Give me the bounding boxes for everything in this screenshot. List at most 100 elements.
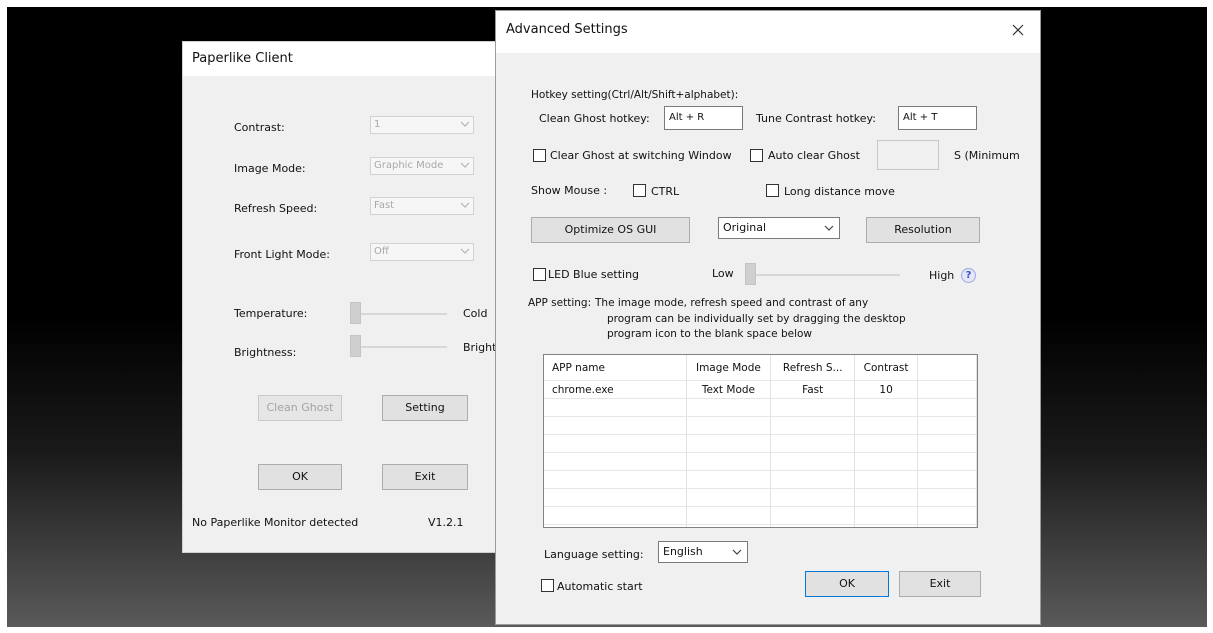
brightness-slider-track[interactable]: [353, 346, 447, 348]
advanced-title: Advanced Settings: [506, 22, 628, 37]
chevron-down-icon: [460, 121, 470, 127]
table-row[interactable]: [544, 470, 977, 489]
long-distance-label: Long distance move: [784, 185, 895, 198]
table-row[interactable]: chrome.exe Text Mode Fast 10: [544, 380, 977, 399]
optimize-os-gui-button[interactable]: Optimize OS GUI: [531, 217, 690, 243]
tune-contrast-hotkey-input[interactable]: Alt + T: [898, 106, 977, 130]
app-setting-desc-2: program can be individually set by dragg…: [607, 313, 906, 325]
hotkey-heading: Hotkey setting(Ctrl/Alt/Shift+alphabet):: [531, 89, 739, 101]
client-ok-button[interactable]: OK: [258, 464, 342, 490]
led-blue-label: LED Blue setting: [548, 268, 640, 281]
show-mouse-label: Show Mouse :: [531, 184, 608, 197]
table-row[interactable]: [544, 416, 977, 435]
chevron-down-icon: [460, 162, 470, 168]
advanced-settings-window: Advanced Settings Hotkey setting(Ctrl/Al…: [495, 10, 1041, 625]
chevron-down-icon: [460, 202, 470, 208]
table-row[interactable]: [544, 506, 977, 525]
front-light-value: Off: [374, 246, 389, 257]
table-row[interactable]: [544, 488, 977, 507]
client-title: Paperlike Client: [192, 51, 293, 66]
app-settings-table[interactable]: APP name Image Mode Refresh S... Contras…: [543, 354, 978, 528]
image-mode-label: Image Mode:: [234, 162, 306, 175]
advanced-titlebar: Advanced Settings: [496, 11, 1040, 53]
client-exit-button[interactable]: Exit: [382, 464, 468, 490]
led-blue-slider-thumb[interactable]: [745, 263, 756, 285]
auto-clear-suffix: S (Minimum: [954, 149, 1020, 162]
refresh-speed-label: Refresh Speed:: [234, 202, 318, 215]
long-distance-checkbox[interactable]: [766, 184, 779, 197]
ctrl-label: CTRL: [651, 185, 680, 198]
app-setting-desc-3: program icon to the blank space below: [607, 328, 812, 340]
column-header-image-mode[interactable]: Image Mode: [686, 355, 772, 381]
app-setting-desc-1: The image mode, refresh speed and contra…: [595, 297, 869, 309]
table-header-row: APP name Image Mode Refresh S... Contras…: [544, 355, 977, 381]
front-light-select[interactable]: Off: [370, 243, 474, 261]
table-row[interactable]: [544, 434, 977, 453]
contrast-value: 1: [374, 119, 381, 130]
table-row[interactable]: [544, 524, 977, 527]
language-label: Language setting:: [544, 548, 644, 561]
temperature-slider-thumb[interactable]: [350, 302, 361, 324]
table-row[interactable]: [544, 452, 977, 471]
image-mode-select[interactable]: Graphic Mode: [370, 157, 474, 175]
cell-image-mode: Text Mode: [686, 380, 772, 399]
version-label: V1.2.1: [428, 516, 464, 529]
refresh-speed-value: Fast: [374, 200, 395, 211]
monitor-status: No Paperlike Monitor detected: [192, 516, 359, 529]
cell-empty: [917, 380, 977, 399]
language-value: English: [663, 545, 703, 558]
clean-ghost-button[interactable]: Clean Ghost: [258, 395, 342, 421]
front-light-label: Front Light Mode:: [234, 248, 330, 261]
advanced-ok-button[interactable]: OK: [805, 571, 889, 597]
tune-contrast-hotkey-label: Tune Contrast hotkey:: [756, 112, 876, 125]
chevron-down-icon: [824, 225, 834, 231]
auto-clear-ghost-checkbox[interactable]: [750, 149, 763, 162]
image-mode-value: Graphic Mode: [374, 160, 444, 171]
client-titlebar: Paperlike Client: [183, 42, 511, 76]
brightness-end-label: Bright: [463, 341, 497, 354]
language-select[interactable]: English: [658, 541, 748, 563]
refresh-speed-select[interactable]: Fast: [370, 197, 474, 215]
led-blue-slider-track[interactable]: [748, 274, 900, 276]
temperature-label: Temperature:: [234, 307, 308, 320]
ctrl-checkbox[interactable]: [633, 184, 646, 197]
auto-clear-ghost-label: Auto clear Ghost: [768, 149, 860, 162]
clean-ghost-hotkey-input[interactable]: Alt + R: [664, 106, 743, 130]
temperature-slider-track[interactable]: [353, 313, 447, 315]
chevron-down-icon: [460, 248, 470, 254]
tune-contrast-hotkey-value: Alt + T: [903, 112, 938, 123]
chevron-down-icon: [732, 549, 742, 555]
close-icon[interactable]: [1008, 20, 1028, 40]
column-header-contrast[interactable]: Contrast: [854, 355, 918, 381]
clean-ghost-hotkey-label: Clean Ghost hotkey:: [539, 112, 650, 125]
contrast-select[interactable]: 1: [370, 116, 474, 134]
cell-app-name: chrome.exe: [544, 380, 687, 399]
led-blue-checkbox[interactable]: [533, 268, 546, 281]
clear-ghost-switching-checkbox[interactable]: [533, 149, 546, 162]
table-row[interactable]: [544, 398, 977, 417]
clear-ghost-switching-label: Clear Ghost at switching Window: [550, 149, 732, 162]
app-setting-label: APP setting:: [528, 297, 592, 309]
resolution-select[interactable]: Original: [718, 217, 840, 239]
contrast-label: Contrast:: [234, 121, 285, 134]
clean-ghost-hotkey-value: Alt + R: [669, 112, 705, 123]
temperature-end-label: Cold: [463, 307, 488, 320]
setting-button[interactable]: Setting: [382, 395, 468, 421]
cell-contrast: 10: [854, 380, 918, 399]
help-icon[interactable]: ?: [961, 268, 976, 283]
resolution-button[interactable]: Resolution: [866, 217, 980, 243]
brightness-label: Brightness:: [234, 346, 297, 359]
led-low-label: Low: [712, 267, 734, 280]
resolution-select-value: Original: [723, 221, 767, 234]
led-high-label: High: [929, 269, 955, 282]
brightness-slider-thumb[interactable]: [350, 335, 361, 357]
column-header-app-name[interactable]: APP name: [544, 355, 687, 381]
cell-refresh-speed: Fast: [770, 380, 856, 399]
column-header-refresh-speed[interactable]: Refresh S...: [770, 355, 856, 381]
advanced-exit-button[interactable]: Exit: [899, 571, 981, 597]
paperlike-client-window: Paperlike Client Contrast: 1 Image Mode:…: [182, 41, 512, 553]
column-header-empty: [917, 355, 977, 381]
auto-start-checkbox[interactable]: [541, 579, 554, 592]
auto-clear-seconds-input[interactable]: [877, 140, 939, 170]
auto-start-label: Automatic start: [557, 580, 643, 593]
